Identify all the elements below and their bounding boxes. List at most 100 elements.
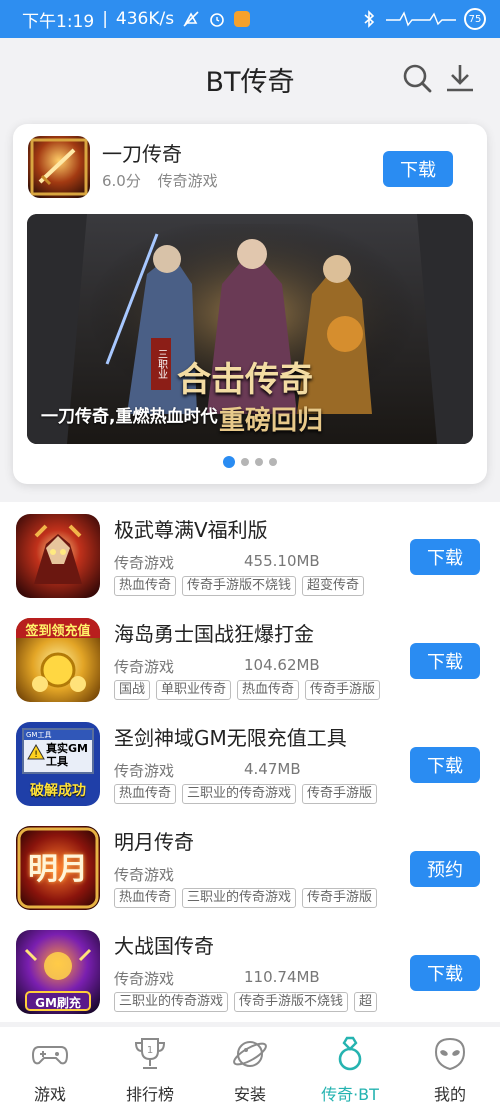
nav-label: 我的 [433,1085,466,1104]
game-name[interactable]: 明月传奇 [114,826,194,855]
download-button[interactable]: 下载 [410,747,480,783]
gm-tool-window-title: GM工具 [24,730,92,740]
nav-label: 传奇·BT [321,1085,379,1104]
carousel-dot[interactable] [269,458,277,466]
planet-icon [231,1035,269,1073]
game-tag[interactable]: 热血传奇 [237,680,300,700]
game-name[interactable]: 海岛勇士国战狂爆打金 [114,618,314,647]
game-tag[interactable]: 传奇手游版 [302,784,378,804]
nav-item-install[interactable]: 安装 [200,1027,300,1111]
trophy-icon: 1 [131,1035,169,1073]
game-category: 传奇游戏 [114,970,175,988]
banner-badge: 三职业 [151,338,171,390]
list-item[interactable]: GM刷充 大战国传奇 传奇游戏 110.74MB 三职业的传奇游戏 传奇手游版不烧… [0,918,500,1022]
status-separator: | [102,9,108,29]
game-name[interactable]: 圣剑神域GM无限充值工具 [114,722,347,751]
download-button[interactable]: 下载 [410,643,480,679]
heart-rate-icon [386,10,456,28]
game-tag[interactable]: 传奇手游版不烧钱 [182,576,297,596]
featured-banner[interactable]: 三职业 合击传奇 重磅回归 一刀传奇,重燃热血时代 [27,214,473,444]
game-tag[interactable]: 三职业的传奇游戏 [182,784,297,804]
game-tag[interactable]: 传奇手游版 [302,888,378,908]
game-tags: 热血传奇 三职业的传奇游戏 传奇手游版 [114,886,398,908]
ring-icon [331,1035,369,1073]
banner-subtitle: 重磅回归 [219,406,324,436]
game-tags: 热血传奇 三职业的传奇游戏 传奇手游版 [114,782,398,804]
download-button[interactable]: 下载 [410,539,480,575]
app-notification-icon [234,11,251,27]
featured-game-card[interactable]: 一刀传奇 6.0分 传奇游戏 下载 三职业 合击传奇 重磅回归 一刀传奇,重燃热… [13,124,487,484]
game-tags: 三职业的传奇游戏 传奇手游版不烧钱超 [114,990,398,1012]
list-item[interactable]: 签到领充值 海岛勇士国战狂爆打金 传奇游戏 104.62MB 国战 单职业传奇 热血… [0,606,500,710]
gamepad-icon [31,1035,69,1073]
game-tag[interactable]: 热血传奇 [114,888,177,908]
search-icon[interactable] [401,62,433,94]
game-icon-banner: 破解成功 [30,783,86,799]
page-title: BT传奇 [205,66,295,98]
nav-item-ranking[interactable]: 1 排行榜 [100,1027,200,1111]
list-item[interactable]: 明月 明月传奇 传奇游戏 热血传奇 三职业的传奇游戏 传奇手游版 预约 [0,814,500,918]
game-tag[interactable]: 传奇手游版不烧钱 [234,992,349,1012]
game-tag[interactable]: 超变传奇 [302,576,365,596]
featured-game-category: 传奇游戏 [157,172,218,190]
game-tag[interactable]: 三职业的传奇游戏 [114,992,229,1012]
game-icon-text: GM刷充 [35,996,81,1010]
game-tag[interactable]: 热血传奇 [114,576,177,596]
game-tags: 热血传奇 传奇手游版不烧钱 超变传奇 [114,574,398,596]
game-size: 4.47MB [244,760,301,778]
nav-item-games[interactable]: 游戏 [0,1027,100,1111]
status-bar: 下午1:19 | 436K/s 75 [0,0,500,38]
nav-item-bt[interactable]: 传奇·BT [300,1027,400,1111]
game-tag[interactable]: 单职业传奇 [156,680,232,700]
nav-item-mine[interactable]: 我的 [400,1027,500,1111]
bluetooth-icon [360,10,378,28]
game-tag[interactable]: 超 [354,992,378,1012]
status-time: 下午1:19 [22,11,95,32]
game-category: 传奇游戏 [114,762,175,780]
game-icon[interactable]: 签到领充值 [16,618,100,702]
svg-text:!: ! [34,750,38,760]
game-list: 极武尊满V福利版 传奇游戏 455.10MB 热血传奇 传奇手游版不烧钱 超变传奇 … [0,502,500,1022]
mute-icon [182,10,200,28]
game-icon-text: 真实GM工具 [46,742,88,768]
game-icon[interactable]: GM工具 ! 真实GM工具 破解成功 [16,722,100,806]
warning-icon: ! [27,743,45,764]
featured-game-score: 6.0分 [102,172,141,190]
reserve-button[interactable]: 预约 [410,851,480,887]
game-category: 传奇游戏 [114,866,175,884]
carousel-dot[interactable] [241,458,249,466]
nav-label: 排行榜 [125,1085,174,1104]
download-manager-icon[interactable] [444,62,476,94]
featured-game-icon[interactable] [28,136,90,198]
svg-text:1: 1 [147,1045,153,1056]
carousel-dot[interactable] [223,456,235,468]
game-tag[interactable]: 国战 [114,680,151,700]
battery-indicator: 75 [464,8,486,30]
game-tag[interactable]: 传奇手游版 [305,680,381,700]
carousel-dot[interactable] [255,458,263,466]
game-name[interactable]: 大战国传奇 [114,930,214,959]
game-tags: 国战 单职业传奇 热血传奇 传奇手游版 [114,678,398,700]
game-size: 104.62MB [244,656,320,674]
network-speed: 436K/s [115,9,175,29]
game-category: 传奇游戏 [114,658,175,676]
carousel-indicator[interactable] [13,456,487,468]
featured-game-name[interactable]: 一刀传奇 [102,138,182,167]
gm-tool-window: GM工具 ! 真实GM工具 [22,728,94,774]
nav-label: 安装 [233,1085,266,1104]
nav-label: 游戏 [33,1085,66,1104]
featured-download-button[interactable]: 下载 [383,151,453,187]
banner-caption: 一刀传奇,重燃热血时代 [41,407,218,427]
featured-game-meta: 6.0分 传奇游戏 [102,170,218,191]
game-icon[interactable]: 明月 [16,826,100,910]
game-icon[interactable]: GM刷充 [16,930,100,1014]
download-button[interactable]: 下载 [410,955,480,991]
game-tag[interactable]: 热血传奇 [114,784,177,804]
game-tag[interactable]: 三职业的传奇游戏 [182,888,297,908]
game-icon[interactable] [16,514,100,598]
list-item[interactable]: 极武尊满V福利版 传奇游戏 455.10MB 热血传奇 传奇手游版不烧钱 超变传奇 … [0,502,500,606]
game-name[interactable]: 极武尊满V福利版 [114,514,268,543]
list-item[interactable]: GM工具 ! 真实GM工具 破解成功 圣剑神域GM无限充值工具 传奇游戏 4.4… [0,710,500,814]
app-header: BT传奇 [0,38,500,120]
alarm-icon [208,10,226,28]
